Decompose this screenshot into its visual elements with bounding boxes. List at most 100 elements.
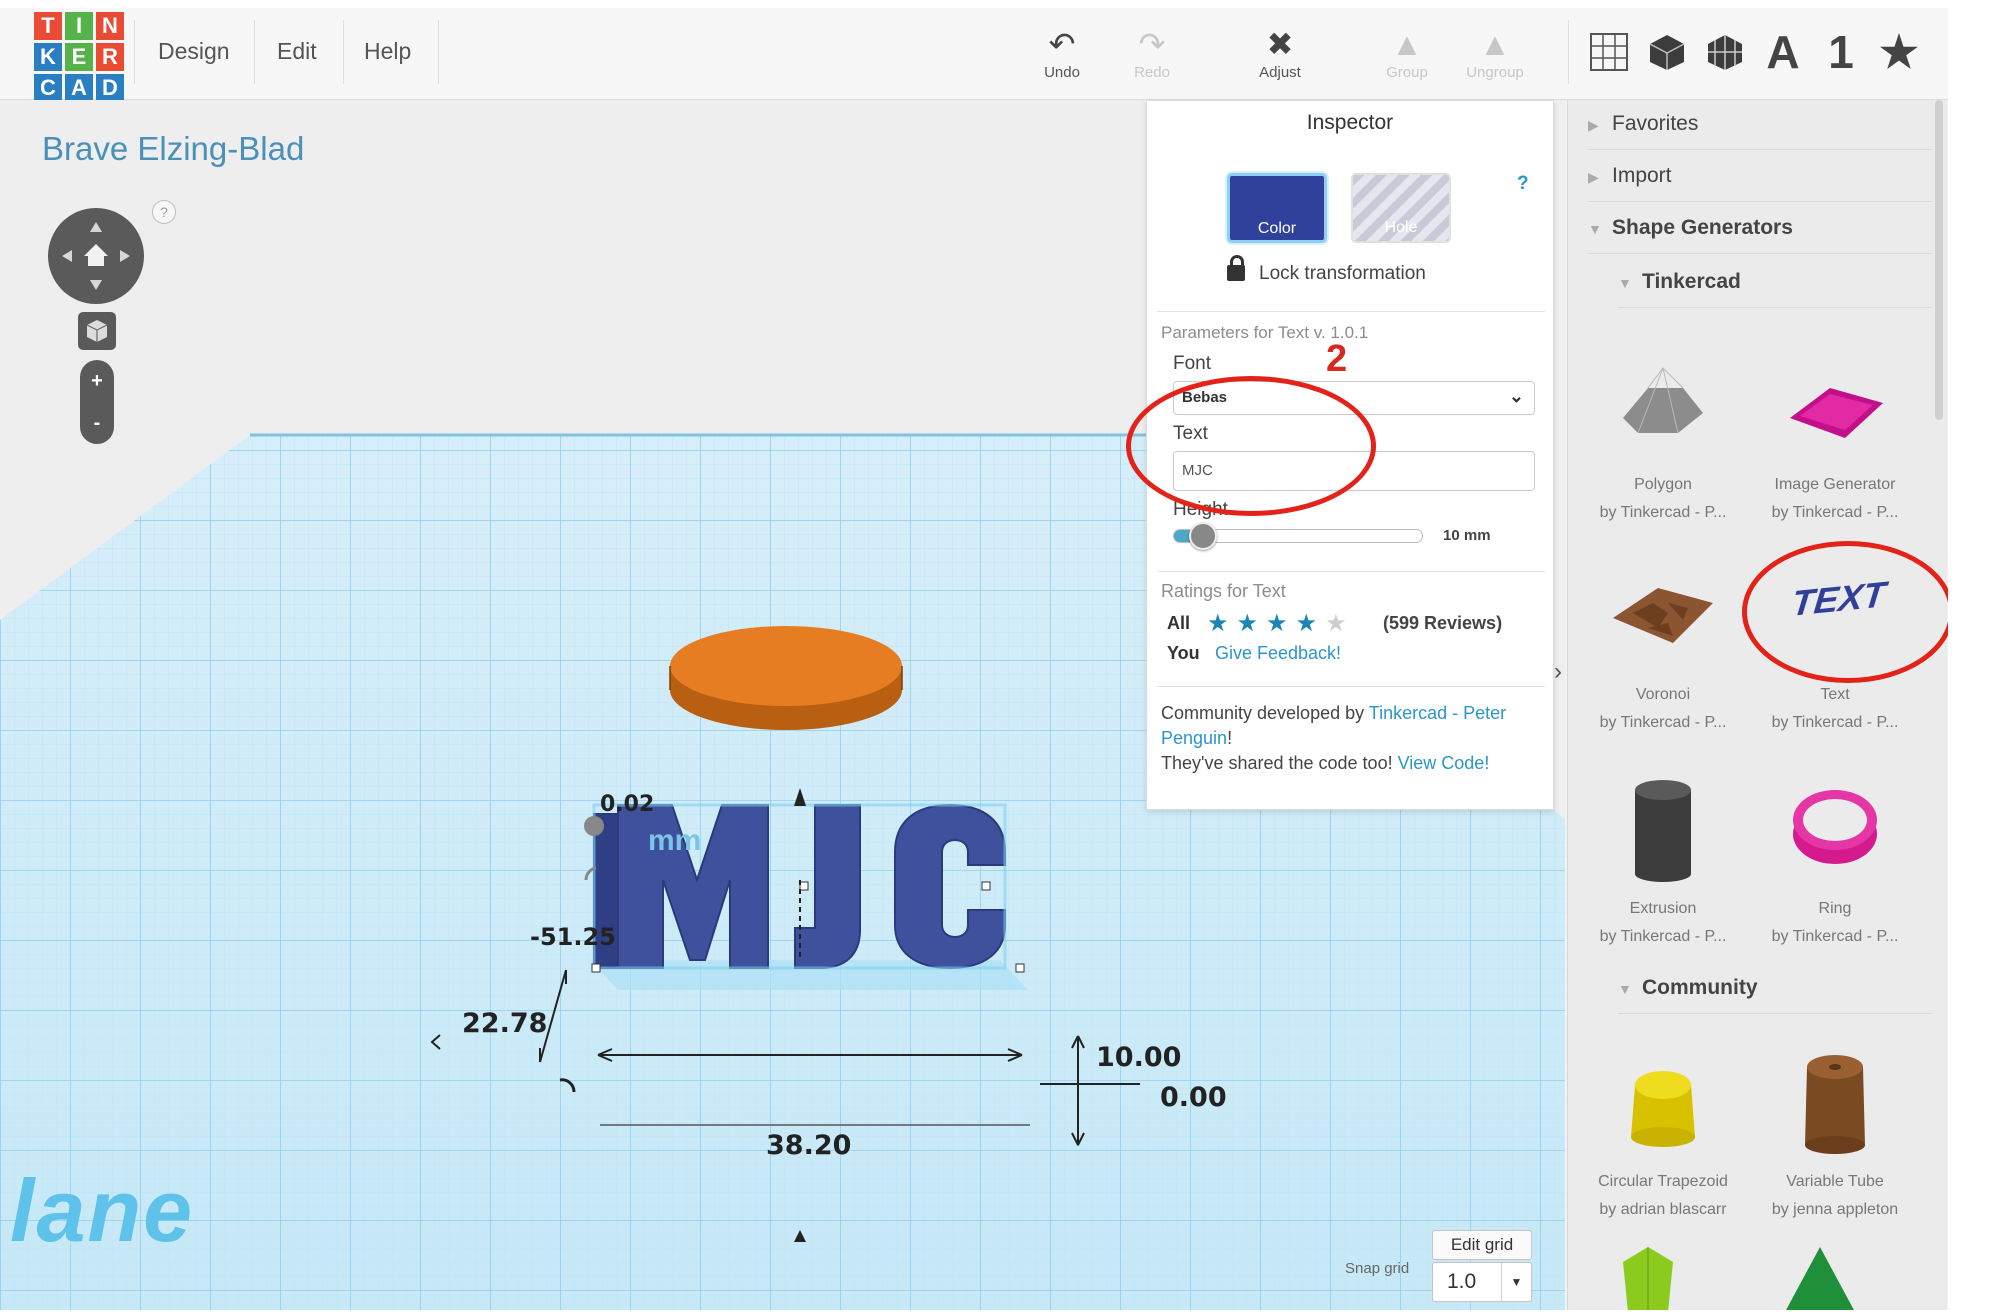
menu-help[interactable]: Help <box>364 38 411 65</box>
snap-grid-select[interactable]: 1.0 ▼ <box>1432 1262 1532 1302</box>
polygon-thumbnail <box>1623 367 1703 434</box>
divider <box>343 20 344 84</box>
annotation-number-2: 2 <box>1326 338 1348 380</box>
shape-generators-section[interactable]: ▼ Shape Generators <box>1588 204 1932 254</box>
navigation-help-button[interactable]: ? <box>152 200 176 224</box>
snap-grid-label: Snap grid <box>1345 1260 1410 1277</box>
home-icon <box>84 244 108 266</box>
rating-stars: ★★★★★ <box>1207 609 1355 638</box>
divider <box>1157 571 1545 572</box>
adjust-button[interactable]: ✖ Adjust <box>1240 24 1320 81</box>
shape-circular-trapezoid[interactable]: Circular Trapezoid by adrian blascarr <box>1578 1035 1748 1255</box>
shape-polygon[interactable]: Polygon by Tinkercad - P... <box>1578 338 1748 558</box>
shape-name: Image Generator <box>1774 476 1896 493</box>
box-icon[interactable] <box>1644 24 1690 80</box>
logo-letter: K <box>34 43 62 71</box>
shape-image-generator[interactable]: Image Generator by Tinkercad - P... <box>1750 338 1920 558</box>
shape-voronoi[interactable]: Voronoi by Tinkercad - P... <box>1578 548 1748 768</box>
shape-author: by Tinkercad - P... <box>1599 714 1727 731</box>
zoom-in-button[interactable]: + <box>80 360 114 402</box>
shape-name: Polygon <box>1634 476 1692 493</box>
hole-button[interactable]: Hole <box>1351 173 1451 243</box>
view-navigation-pad[interactable] <box>48 208 144 304</box>
ratings-title: Ratings for Text <box>1161 581 1286 601</box>
dimension-elevation-top[interactable]: 0.02 <box>600 792 654 817</box>
group-button[interactable]: ▲ Group <box>1367 24 1447 81</box>
dimension-elevation[interactable]: 0.00 <box>1160 1082 1227 1113</box>
orange-cylinder[interactable] <box>669 626 903 730</box>
color-swatch-button[interactable]: Color <box>1227 173 1327 243</box>
community-shape-thumbnail[interactable] <box>1780 1242 1860 1310</box>
zoom-out-button[interactable]: - <box>80 402 114 444</box>
shapes-panel: ▶ Favorites ▶ Import ▼ Shape Generators ▼ Ti… <box>1567 100 1947 1310</box>
basic-shapes-icon[interactable] <box>1702 24 1748 80</box>
dimension-width[interactable]: 38.20 <box>766 1130 851 1161</box>
divider <box>1568 20 1569 84</box>
tinkercad-logo[interactable]: T I N K E R C A D <box>34 12 128 106</box>
shape-author: by Tinkercad - P... <box>1771 928 1899 945</box>
tinkercad-subsection[interactable]: ▼ Tinkercad <box>1618 258 1932 308</box>
chevron-right-icon[interactable]: › <box>1554 658 1566 698</box>
dimension-depth[interactable]: 22.78 <box>462 1008 547 1039</box>
logo-letter: D <box>96 74 124 102</box>
shape-name: Circular Trapezoid <box>1598 1173 1728 1190</box>
view-code-link[interactable]: View Code! <box>1398 753 1490 773</box>
shape-variable-tube[interactable]: Variable Tube by jenna appleton <box>1750 1035 1920 1255</box>
ratings-all-label: All <box>1167 613 1191 633</box>
scrollbar-thumb[interactable] <box>1935 100 1943 420</box>
logo-letter: I <box>65 12 93 40</box>
give-feedback-link[interactable]: Give Feedback! <box>1215 643 1341 664</box>
top-bar: T I N K E R C A D Design Edit Help ↶ Und… <box>0 8 1948 102</box>
color-label: Color <box>1257 220 1297 237</box>
lock-transformation-toggle[interactable]: Lock transformation <box>1227 255 1426 285</box>
undo-icon: ↶ <box>1048 26 1076 62</box>
logo-letter: A <box>65 74 93 102</box>
ungroup-button[interactable]: ▲ Ungroup <box>1455 24 1535 81</box>
divider <box>134 20 135 84</box>
ungroup-icon: ▲ <box>1479 26 1511 62</box>
shape-extrusion[interactable]: Extrusion by Tinkercad - P... <box>1578 762 1748 982</box>
import-section[interactable]: ▶ Import <box>1588 152 1932 202</box>
height-slider[interactable] <box>1173 522 1423 550</box>
inspector-help-button[interactable]: ? <box>1517 173 1529 195</box>
hole-label: Hole <box>1384 219 1418 236</box>
grid-icon[interactable] <box>1586 24 1632 80</box>
image-generator-thumbnail <box>1790 388 1883 438</box>
adjust-icon: ✖ <box>1266 26 1294 62</box>
community-suffix: ! <box>1227 728 1233 748</box>
review-count: (599 Reviews) <box>1383 613 1503 633</box>
community-subsection[interactable]: ▼ Community <box>1618 964 1932 1014</box>
numbers-icon[interactable]: 1 <box>1818 24 1864 80</box>
dimension-position-y[interactable]: -51.25 <box>530 923 616 951</box>
undo-button[interactable]: ↶ Undo <box>1022 24 1102 81</box>
edit-grid-button[interactable]: Edit grid <box>1432 1230 1532 1260</box>
annotation-circle-text-shape <box>1742 541 1948 683</box>
dimension-height[interactable]: 10.00 <box>1096 1042 1181 1073</box>
logo-letter: C <box>34 74 62 102</box>
chevron-right-icon: ▶ <box>1588 169 1599 185</box>
circular-trapezoid-thumbnail <box>1631 1071 1695 1147</box>
menu-design[interactable]: Design <box>158 38 230 65</box>
height-slider-knob[interactable] <box>1188 522 1217 550</box>
move-handle-icon[interactable] <box>584 816 604 836</box>
shape-author: by Tinkercad - P... <box>1599 928 1727 945</box>
project-title[interactable]: Brave Elzing-Blad <box>42 130 304 168</box>
shape-ring[interactable]: Ring by Tinkercad - P... <box>1750 762 1920 982</box>
shape-name: Voronoi <box>1635 686 1691 703</box>
community-label: Community <box>1642 976 1758 999</box>
shapes-panel-scrollbar[interactable] <box>1932 100 1946 430</box>
group-icon: ▲ <box>1391 26 1423 62</box>
divider <box>1157 686 1545 687</box>
redo-button[interactable]: ↷ Redo <box>1112 24 1192 81</box>
community-credits: Community developed by Tinkercad - Peter… <box>1161 701 1545 776</box>
favorites-star-icon[interactable]: ★ <box>1876 24 1922 80</box>
community-shape-thumbnail[interactable] <box>1608 1242 1688 1310</box>
ortho-view-button[interactable] <box>78 312 116 350</box>
menu-edit[interactable]: Edit <box>277 38 317 65</box>
ratings-you-label: You <box>1167 643 1200 663</box>
ungroup-label: Ungroup <box>1466 64 1524 81</box>
letters-icon[interactable]: A <box>1760 24 1806 80</box>
favorites-section[interactable]: ▶ Favorites <box>1588 100 1932 150</box>
zoom-control: + - <box>80 360 114 444</box>
lock-label: Lock transformation <box>1259 263 1426 284</box>
